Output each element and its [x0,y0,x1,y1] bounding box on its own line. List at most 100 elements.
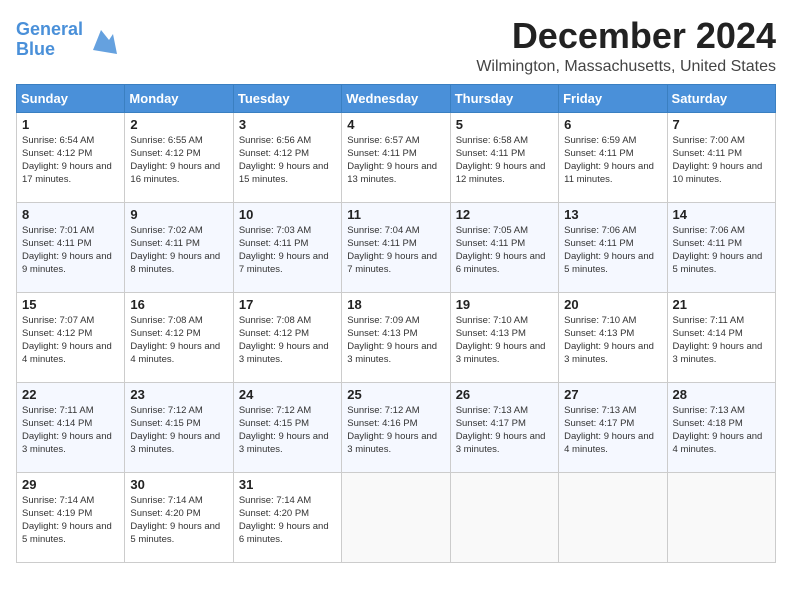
day-number: 13 [564,207,661,222]
day-number: 19 [456,297,553,312]
day-info: Sunrise: 7:13 AM Sunset: 4:18 PM Dayligh… [673,404,770,457]
table-row: 30 Sunrise: 7:14 AM Sunset: 4:20 PM Dayl… [125,472,233,562]
day-number: 2 [130,117,227,132]
day-info: Sunrise: 7:06 AM Sunset: 4:11 PM Dayligh… [673,224,770,277]
day-info: Sunrise: 7:09 AM Sunset: 4:13 PM Dayligh… [347,314,444,367]
logo: General Blue [16,20,117,60]
table-row: 19 Sunrise: 7:10 AM Sunset: 4:13 PM Dayl… [450,292,558,382]
table-row: 26 Sunrise: 7:13 AM Sunset: 4:17 PM Dayl… [450,382,558,472]
table-row: 7 Sunrise: 7:00 AM Sunset: 4:11 PM Dayli… [667,112,775,202]
day-number: 22 [22,387,119,402]
day-number: 9 [130,207,227,222]
calendar-table: Sunday Monday Tuesday Wednesday Thursday… [16,84,776,563]
day-number: 29 [22,477,119,492]
day-number: 11 [347,207,444,222]
day-info: Sunrise: 7:11 AM Sunset: 4:14 PM Dayligh… [22,404,119,457]
table-row: 2 Sunrise: 6:55 AM Sunset: 4:12 PM Dayli… [125,112,233,202]
day-info: Sunrise: 7:13 AM Sunset: 4:17 PM Dayligh… [564,404,661,457]
day-number: 16 [130,297,227,312]
table-row: 29 Sunrise: 7:14 AM Sunset: 4:19 PM Dayl… [17,472,125,562]
day-number: 24 [239,387,336,402]
table-row: 1 Sunrise: 6:54 AM Sunset: 4:12 PM Dayli… [17,112,125,202]
day-info: Sunrise: 6:59 AM Sunset: 4:11 PM Dayligh… [564,134,661,187]
day-number: 17 [239,297,336,312]
day-number: 3 [239,117,336,132]
day-info: Sunrise: 7:10 AM Sunset: 4:13 PM Dayligh… [456,314,553,367]
day-info: Sunrise: 7:14 AM Sunset: 4:19 PM Dayligh… [22,494,119,547]
day-number: 1 [22,117,119,132]
day-number: 15 [22,297,119,312]
day-number: 5 [456,117,553,132]
day-info: Sunrise: 7:10 AM Sunset: 4:13 PM Dayligh… [564,314,661,367]
day-info: Sunrise: 7:08 AM Sunset: 4:12 PM Dayligh… [239,314,336,367]
table-row: 13 Sunrise: 7:06 AM Sunset: 4:11 PM Dayl… [559,202,667,292]
col-friday: Friday [559,84,667,112]
day-number: 21 [673,297,770,312]
day-info: Sunrise: 6:56 AM Sunset: 4:12 PM Dayligh… [239,134,336,187]
empty-cell [450,472,558,562]
table-row: 3 Sunrise: 6:56 AM Sunset: 4:12 PM Dayli… [233,112,341,202]
title-area: December 2024 Wilmington, Massachusetts,… [476,16,776,76]
logo-text: General [16,20,83,40]
day-info: Sunrise: 7:00 AM Sunset: 4:11 PM Dayligh… [673,134,770,187]
day-number: 8 [22,207,119,222]
day-info: Sunrise: 6:54 AM Sunset: 4:12 PM Dayligh… [22,134,119,187]
month-title: December 2024 [476,16,776,56]
empty-cell [559,472,667,562]
table-row: 6 Sunrise: 6:59 AM Sunset: 4:11 PM Dayli… [559,112,667,202]
calendar-week: 1 Sunrise: 6:54 AM Sunset: 4:12 PM Dayli… [17,112,776,202]
day-number: 23 [130,387,227,402]
col-tuesday: Tuesday [233,84,341,112]
table-row: 27 Sunrise: 7:13 AM Sunset: 4:17 PM Dayl… [559,382,667,472]
calendar-week: 15 Sunrise: 7:07 AM Sunset: 4:12 PM Dayl… [17,292,776,382]
day-info: Sunrise: 7:02 AM Sunset: 4:11 PM Dayligh… [130,224,227,277]
table-row: 9 Sunrise: 7:02 AM Sunset: 4:11 PM Dayli… [125,202,233,292]
table-row: 11 Sunrise: 7:04 AM Sunset: 4:11 PM Dayl… [342,202,450,292]
day-number: 26 [456,387,553,402]
table-row: 21 Sunrise: 7:11 AM Sunset: 4:14 PM Dayl… [667,292,775,382]
calendar-week: 29 Sunrise: 7:14 AM Sunset: 4:19 PM Dayl… [17,472,776,562]
empty-cell [342,472,450,562]
calendar-week: 8 Sunrise: 7:01 AM Sunset: 4:11 PM Dayli… [17,202,776,292]
col-sunday: Sunday [17,84,125,112]
day-number: 27 [564,387,661,402]
table-row: 10 Sunrise: 7:03 AM Sunset: 4:11 PM Dayl… [233,202,341,292]
day-info: Sunrise: 7:14 AM Sunset: 4:20 PM Dayligh… [239,494,336,547]
day-number: 20 [564,297,661,312]
day-info: Sunrise: 6:55 AM Sunset: 4:12 PM Dayligh… [130,134,227,187]
day-number: 10 [239,207,336,222]
day-number: 28 [673,387,770,402]
logo-icon [85,26,117,54]
day-info: Sunrise: 7:11 AM Sunset: 4:14 PM Dayligh… [673,314,770,367]
day-info: Sunrise: 7:03 AM Sunset: 4:11 PM Dayligh… [239,224,336,277]
table-row: 16 Sunrise: 7:08 AM Sunset: 4:12 PM Dayl… [125,292,233,382]
day-info: Sunrise: 6:58 AM Sunset: 4:11 PM Dayligh… [456,134,553,187]
day-number: 31 [239,477,336,492]
table-row: 25 Sunrise: 7:12 AM Sunset: 4:16 PM Dayl… [342,382,450,472]
day-number: 25 [347,387,444,402]
day-info: Sunrise: 7:12 AM Sunset: 4:15 PM Dayligh… [130,404,227,457]
table-row: 20 Sunrise: 7:10 AM Sunset: 4:13 PM Dayl… [559,292,667,382]
table-row: 15 Sunrise: 7:07 AM Sunset: 4:12 PM Dayl… [17,292,125,382]
day-info: Sunrise: 7:14 AM Sunset: 4:20 PM Dayligh… [130,494,227,547]
day-number: 12 [456,207,553,222]
day-number: 4 [347,117,444,132]
day-info: Sunrise: 7:05 AM Sunset: 4:11 PM Dayligh… [456,224,553,277]
col-thursday: Thursday [450,84,558,112]
day-info: Sunrise: 7:13 AM Sunset: 4:17 PM Dayligh… [456,404,553,457]
day-number: 18 [347,297,444,312]
day-number: 14 [673,207,770,222]
col-saturday: Saturday [667,84,775,112]
header-row: Sunday Monday Tuesday Wednesday Thursday… [17,84,776,112]
table-row: 12 Sunrise: 7:05 AM Sunset: 4:11 PM Dayl… [450,202,558,292]
day-info: Sunrise: 7:08 AM Sunset: 4:12 PM Dayligh… [130,314,227,367]
header: General Blue December 2024 Wilmington, M… [16,16,776,76]
table-row: 28 Sunrise: 7:13 AM Sunset: 4:18 PM Dayl… [667,382,775,472]
col-wednesday: Wednesday [342,84,450,112]
calendar-week: 22 Sunrise: 7:11 AM Sunset: 4:14 PM Dayl… [17,382,776,472]
empty-cell [667,472,775,562]
table-row: 23 Sunrise: 7:12 AM Sunset: 4:15 PM Dayl… [125,382,233,472]
day-info: Sunrise: 7:12 AM Sunset: 4:15 PM Dayligh… [239,404,336,457]
table-row: 4 Sunrise: 6:57 AM Sunset: 4:11 PM Dayli… [342,112,450,202]
day-number: 30 [130,477,227,492]
